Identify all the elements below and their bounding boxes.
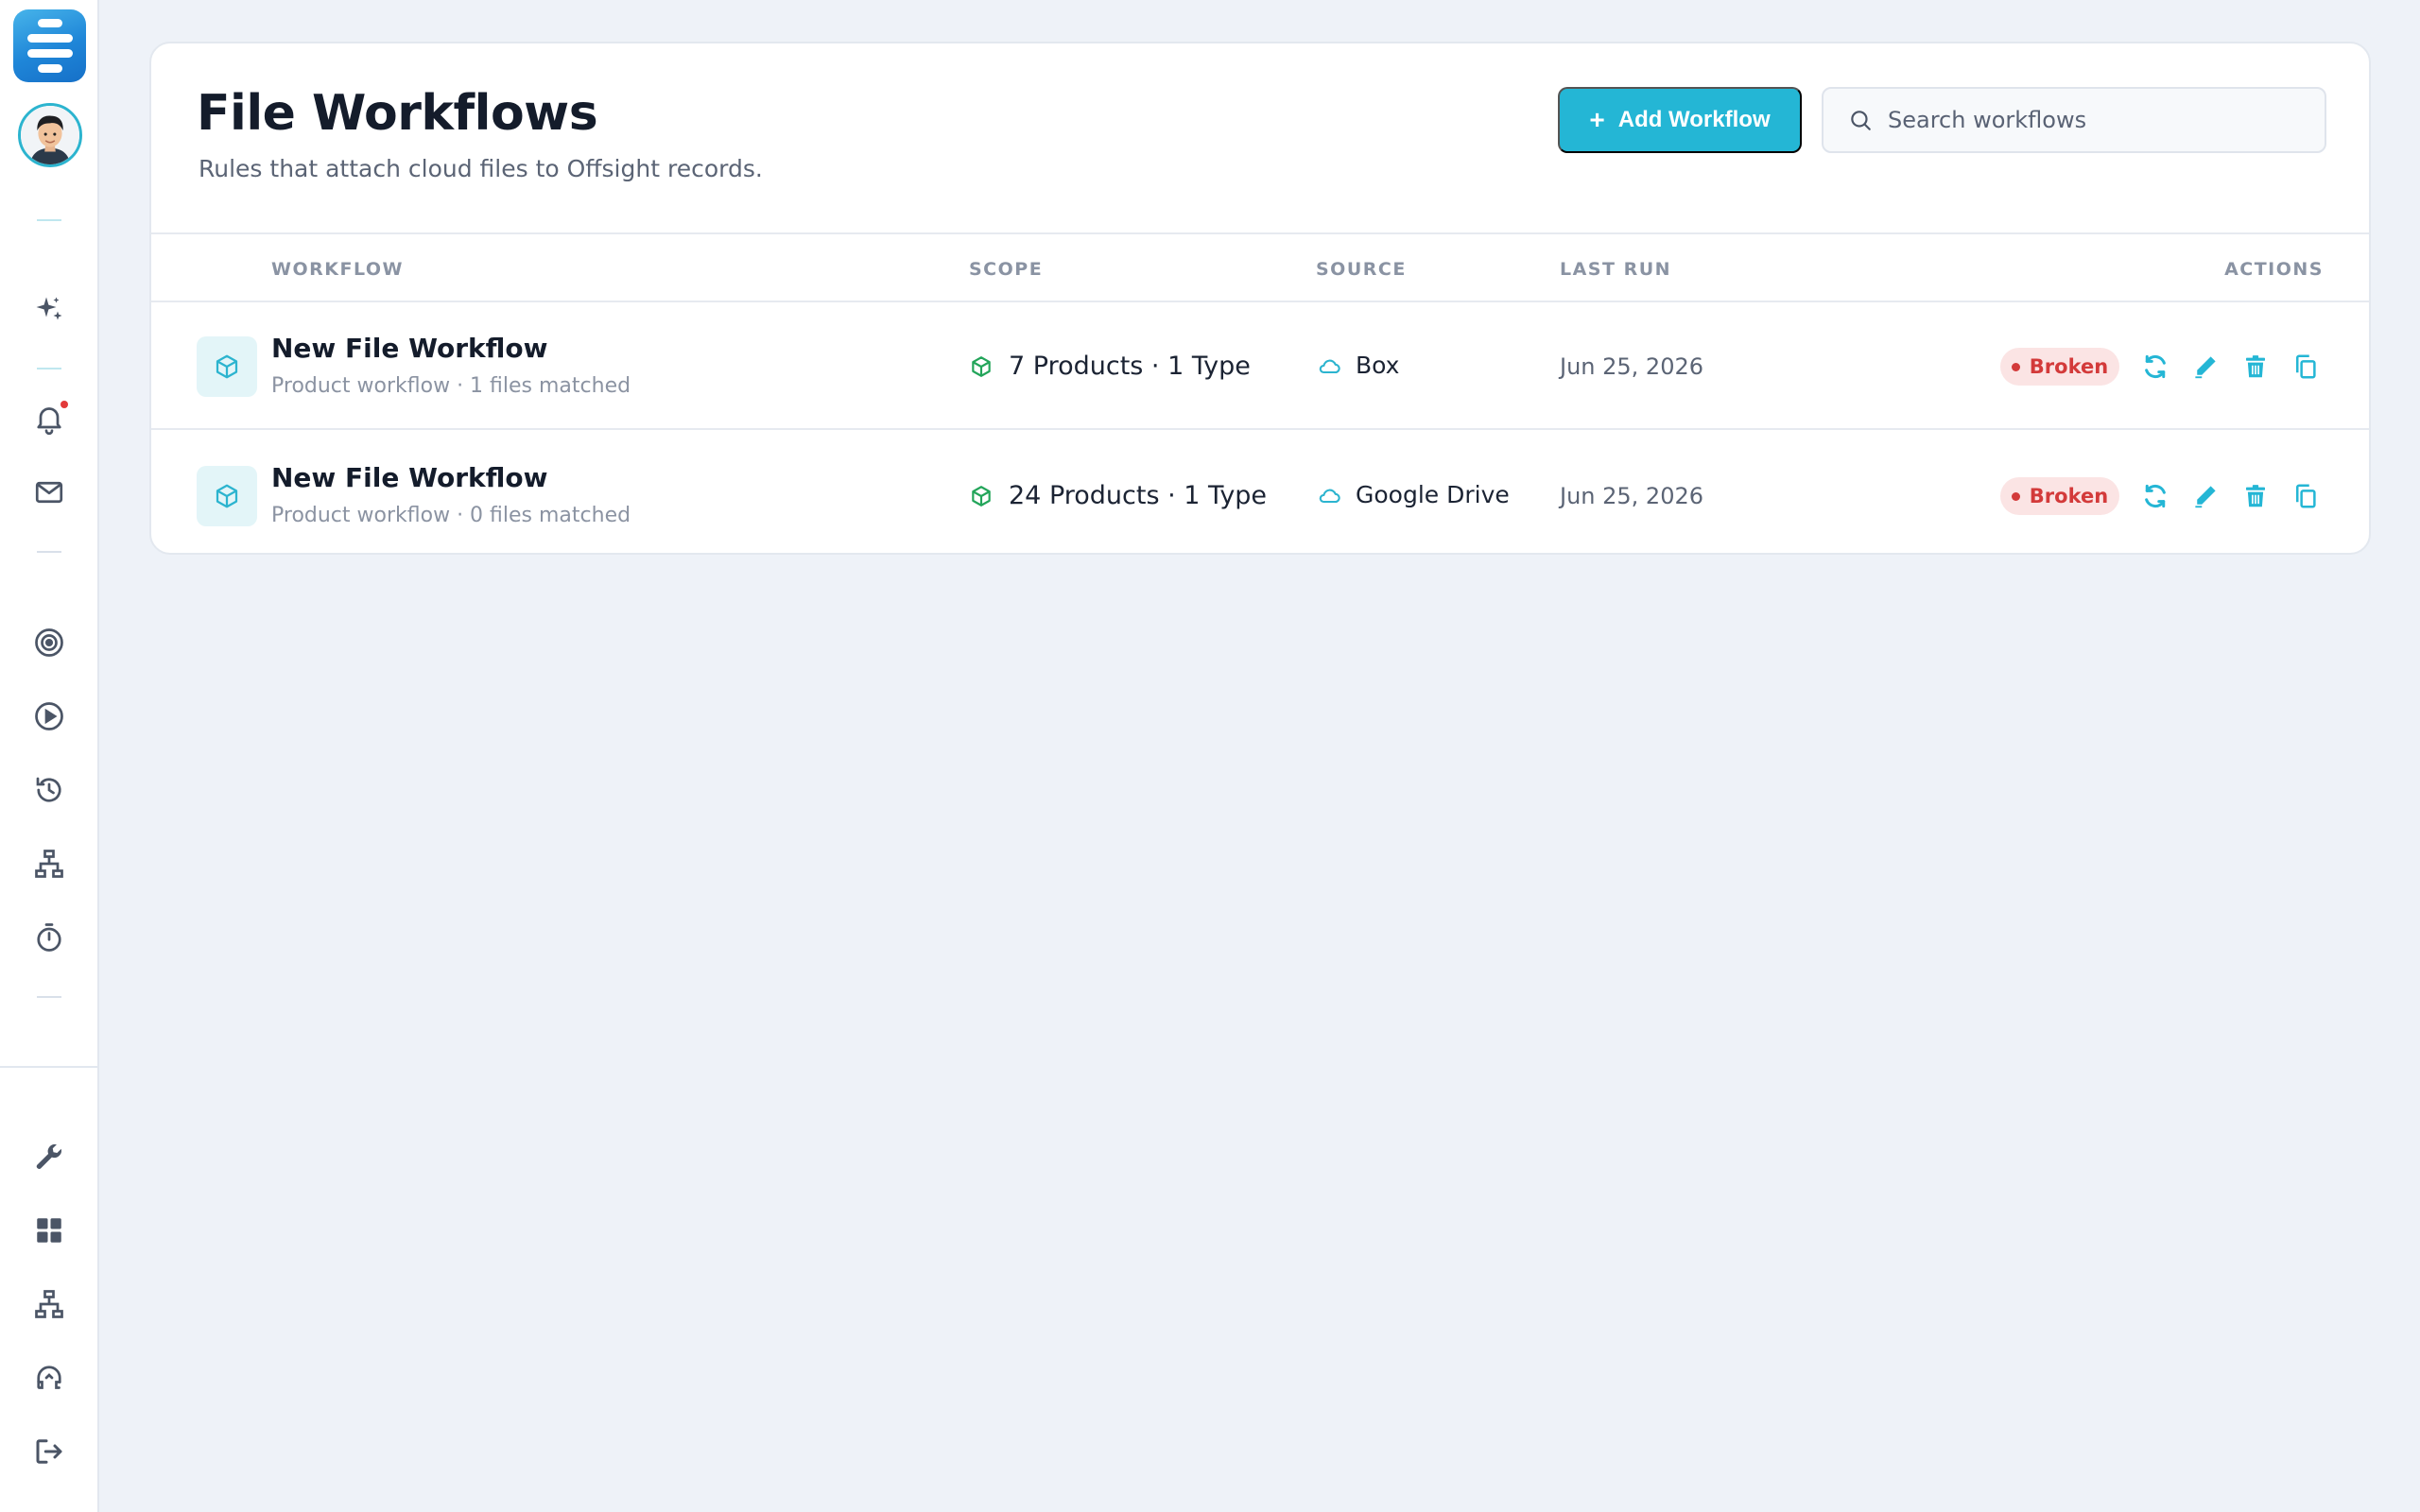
scope-text: 24 Products · 1 Type [1009,481,1268,510]
search-icon [1851,111,1871,130]
last-run-date: Jun 25, 2026 [1560,483,1704,509]
add-workflow-label: Add Workflow [1617,107,1771,132]
support-icon[interactable] [26,1355,72,1400]
sidebar-divider [37,551,61,553]
copy-icon[interactable] [2287,348,2325,386]
table-header: WORKFLOW SCOPE SOURCE LAST RUN ACTIONS [151,232,2369,302]
scope-cell: 24 Products · 1 Type [969,481,1267,510]
wrench-icon[interactable] [26,1134,72,1179]
logout-icon[interactable] [26,1429,72,1474]
edit-icon[interactable] [2187,477,2224,515]
sidebar-divider [37,996,61,998]
notification-dot [60,401,68,408]
sync-icon[interactable] [2136,348,2174,386]
scope-text: 7 Products · 1 Type [1009,352,1251,381]
dashboard-icon[interactable] [26,1208,72,1253]
workflow-meta: Product workflow · 1 files matched [271,374,631,398]
add-workflow-button[interactable]: + Add Workflow [1558,87,1802,153]
workflows-card: File Workflows Rules that attach cloud f… [149,42,2371,555]
product-cube-icon [972,485,991,507]
trash-icon[interactable] [2237,348,2274,386]
sparkle-icon[interactable] [26,287,72,333]
column-header-last-run: LAST RUN [1560,259,1672,280]
mail-icon[interactable] [26,470,72,515]
plus-icon: + [1589,105,1605,134]
column-header-workflow: WORKFLOW [271,259,404,280]
workflow-meta: Product workflow · 0 files matched [271,504,631,527]
search-box[interactable] [1822,87,2326,153]
status-text: Broken [2029,485,2109,507]
cloud-icon [1319,489,1340,503]
column-header-scope: SCOPE [969,259,1044,280]
search-input[interactable] [1888,107,2304,133]
target-icon[interactable] [26,620,72,665]
hierarchy-icon[interactable] [26,841,72,886]
workflow-name[interactable]: New File Workflow [271,462,548,493]
play-icon[interactable] [26,694,72,739]
app-logo[interactable] [13,9,86,82]
sidebar [0,0,99,1512]
copy-icon[interactable] [2287,477,2325,515]
scope-cell: 7 Products · 1 Type [969,352,1251,381]
sidebar-divider [37,368,61,369]
workflow-name[interactable]: New File Workflow [271,333,548,364]
trash-icon[interactable] [2237,477,2274,515]
edit-icon[interactable] [2187,348,2224,386]
cloud-icon [1319,359,1340,373]
status-dot [2011,362,2020,371]
page-subtitle: Rules that attach cloud files to Offsigh… [199,155,763,182]
column-header-source: SOURCE [1316,259,1407,280]
sidebar-bottom-divider [0,1066,99,1068]
source-cell: Google Drive [1316,481,1510,508]
source-cell: Box [1316,352,1399,379]
last-run-date: Jun 25, 2026 [1560,353,1704,380]
sidebar-divider [37,219,61,221]
page-title: File Workflows [197,85,598,142]
sync-icon[interactable] [2136,477,2174,515]
source-text: Box [1356,352,1400,379]
table-row[interactable]: New File Workflow Product workflow · 1 f… [151,302,2369,430]
column-header-actions: ACTIONS [2224,259,2324,280]
status-badge: Broken [2000,348,2119,386]
user-avatar[interactable] [18,103,82,167]
product-cube-icon [972,355,991,377]
history-icon[interactable] [26,767,72,813]
cube-icon [197,336,257,397]
status-dot [2011,491,2020,501]
status-badge: Broken [2000,477,2119,515]
timer-icon[interactable] [26,915,72,960]
source-text: Google Drive [1356,481,1510,508]
bell-icon[interactable] [26,396,72,441]
cube-icon [197,466,257,526]
table-row[interactable]: New File Workflow Product workflow · 0 f… [151,432,2369,559]
status-text: Broken [2029,355,2109,378]
network-icon[interactable] [26,1281,72,1327]
